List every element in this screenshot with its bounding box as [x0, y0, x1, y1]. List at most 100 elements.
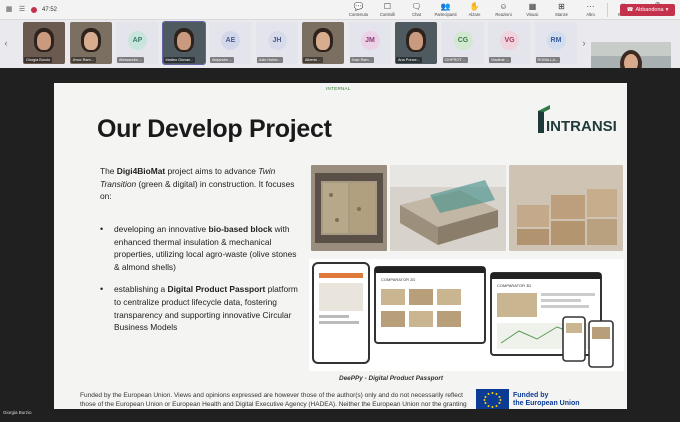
- toolbar-button-label: Alzare: [468, 12, 481, 17]
- participant-tile[interactable]: Matteo Giovan...: [161, 21, 206, 65]
- slide-title: Our Develop Project: [97, 115, 332, 143]
- project-name: Digi4BioMat: [116, 166, 166, 176]
- meeting-window: ▦ ☰ 47:52 💬 Contenuto ☐ Controlli 🗨 Chat 👥 Part…: [0, 0, 680, 422]
- participant-strip: ‹ Giorgia Burzio Jmoc Ram... AP Alessandro …: [0, 20, 680, 86]
- mockup-label: COMPARATOR 3D: [497, 283, 531, 288]
- grid-icon[interactable]: ▦: [5, 6, 13, 14]
- block-stack-photo: [509, 165, 623, 251]
- mockup-caption: DeePPy - Digital Product Passport: [339, 375, 444, 382]
- toolbar-button-contenuto[interactable]: 💬 Contenuto: [344, 0, 373, 20]
- bullet-bold: Digital Product Passport: [167, 284, 266, 295]
- mockup-label: COMPARATOR 2D: [381, 277, 415, 282]
- toolbar-button-label: Contenuto: [348, 12, 369, 17]
- toolbar-button-label: Reazioni: [495, 12, 512, 17]
- dpp-mockups: COMPARATOR 2D COMPARATOR 3D: [309, 259, 624, 371]
- avatar: AP: [128, 31, 147, 50]
- toolbar-button-label: Partecipanti: [434, 12, 457, 17]
- avatar: JH: [267, 31, 287, 50]
- participant-tile[interactable]: Jmoc Ram...: [69, 22, 112, 64]
- mold-photo: [311, 165, 387, 251]
- block-sample-photo: [390, 165, 506, 251]
- participant-tile[interactable]: Ana Ponce...: [395, 22, 437, 64]
- view-icon: ▦: [528, 2, 537, 11]
- reaction-icon: ☺: [499, 2, 508, 11]
- leave-label: Abbandona: [635, 7, 664, 13]
- more-icon: ···: [586, 2, 595, 11]
- participant-name: ROBALLA...: [535, 57, 561, 63]
- eu-flag-icon: [476, 389, 509, 409]
- intro-text: The: [100, 166, 117, 176]
- participant-name: Jmoc Ram...: [70, 57, 96, 63]
- toolbar-button-alzare[interactable]: ✋ Alzare: [460, 0, 489, 20]
- bullet-item: establishing a Digital Product Passport …: [100, 283, 300, 333]
- phone-icon: ☎: [626, 7, 634, 13]
- toolbar-button-label: Visual.: [526, 12, 539, 17]
- participant-name: Ana Ponce...: [396, 57, 422, 63]
- rooms-icon: ⊞: [558, 2, 565, 11]
- toolbar-button-reazioni[interactable]: ☺ Reazioni: [489, 0, 518, 20]
- participant-tile[interactable]: CG CIHPROT ...: [441, 22, 484, 64]
- participant-tile[interactable]: Alberto ...: [302, 22, 344, 64]
- participant-name: Julie Huber...: [256, 57, 283, 63]
- toolbar-button-altro[interactable]: ··· Altro: [576, 0, 605, 20]
- participant-name: Jose Ram...: [349, 57, 374, 63]
- participant-name: Matteo Giovan...: [163, 57, 196, 63]
- leave-button[interactable]: ☎ Abbandona ▾: [620, 4, 675, 16]
- people-icon[interactable]: ☰: [18, 6, 26, 14]
- participant-name: Vladimir ...: [489, 57, 511, 63]
- meeting-timer: 47:52: [42, 6, 58, 13]
- bullet-item: developing an innovative bio-based block…: [100, 223, 300, 273]
- avatar: RM: [546, 31, 566, 50]
- intro-text: project aims to advance: [165, 166, 259, 176]
- meeting-toolbar: ▦ ☰ 47:52 💬 Contenuto ☐ Controlli 🗨 Chat 👥 Part…: [0, 0, 680, 20]
- participant-face: [409, 32, 423, 50]
- participant-face: [316, 32, 330, 50]
- presenter-name-label: Giorgia Burzio: [3, 410, 32, 415]
- chat-icon: 💬: [353, 2, 364, 11]
- toolbar-button-label: Chat: [412, 12, 421, 17]
- participant-name: Alejandro ...: [210, 57, 235, 63]
- participant-tile[interactable]: Giorgia Burzio: [23, 22, 65, 64]
- eu-line: the European Union: [513, 400, 580, 407]
- chat-bubble-icon: 🗨: [411, 2, 422, 11]
- bullet-bold: bio-based block: [208, 224, 273, 234]
- participant-face: [83, 32, 98, 50]
- toolbar-button-label: Stanze: [554, 12, 569, 17]
- toolbar-button-label: Controlli: [379, 12, 396, 17]
- toolbar-button-partecipanti[interactable]: 👥 Partecipanti: [431, 0, 460, 20]
- avatar: CG: [453, 31, 473, 50]
- participant-face: [176, 32, 191, 50]
- bullet-text: establishing a: [114, 284, 168, 295]
- participant-name: Alessandro ...: [117, 57, 145, 63]
- avatar: JM: [360, 31, 380, 50]
- participant-tile[interactable]: RM ROBALLA...: [534, 22, 577, 64]
- bullet-list: developing an innovative bio-based block…: [100, 223, 300, 344]
- controls-icon: ☐: [383, 2, 392, 11]
- chevron-down-icon[interactable]: ▾: [666, 7, 669, 13]
- participant-tile[interactable]: AE Alejandro ...: [209, 22, 251, 64]
- participant-name: CIHPROT ...: [442, 57, 468, 63]
- toolbar-button-controlli[interactable]: ☐ Controlli: [373, 0, 402, 20]
- toolbar-button-chat[interactable]: 🗨 Chat: [402, 0, 431, 20]
- intransit-logo: INTRANSIT: [538, 105, 616, 135]
- avatar: AE: [221, 31, 240, 50]
- participant-tile[interactable]: JM Jose Ram...: [348, 22, 391, 64]
- toolbar-button-label: Altro: [586, 12, 595, 17]
- chevron-left-icon[interactable]: ‹: [2, 36, 10, 50]
- chevron-right-icon[interactable]: ›: [580, 36, 588, 50]
- logo-text: INTRANSIT: [546, 118, 616, 135]
- people-icon: 👥: [440, 2, 451, 11]
- presentation-slide: INTERNAL Our Develop Project INTRANSIT T…: [54, 83, 627, 409]
- participant-tile[interactable]: JH Julie Huber...: [255, 22, 298, 64]
- toolbar-left: ▦ ☰ 47:52: [0, 6, 57, 14]
- eu-funding-text: Funded by the European Union: [513, 392, 580, 409]
- eu-line: Funded by: [513, 391, 549, 399]
- toolbar-button-stanze[interactable]: ⊞ Stanze: [547, 0, 576, 20]
- eu-funding-badge: Funded by the European Union: [476, 388, 594, 409]
- toolbar-button-visual[interactable]: ▦ Visual.: [518, 0, 547, 20]
- participant-face: [37, 32, 51, 50]
- participant-tile[interactable]: VG Vladimir ...: [488, 22, 530, 64]
- avatar: VG: [500, 31, 519, 50]
- toolbar-separator: [607, 3, 608, 17]
- participant-tile[interactable]: AP Alessandro ...: [116, 22, 158, 64]
